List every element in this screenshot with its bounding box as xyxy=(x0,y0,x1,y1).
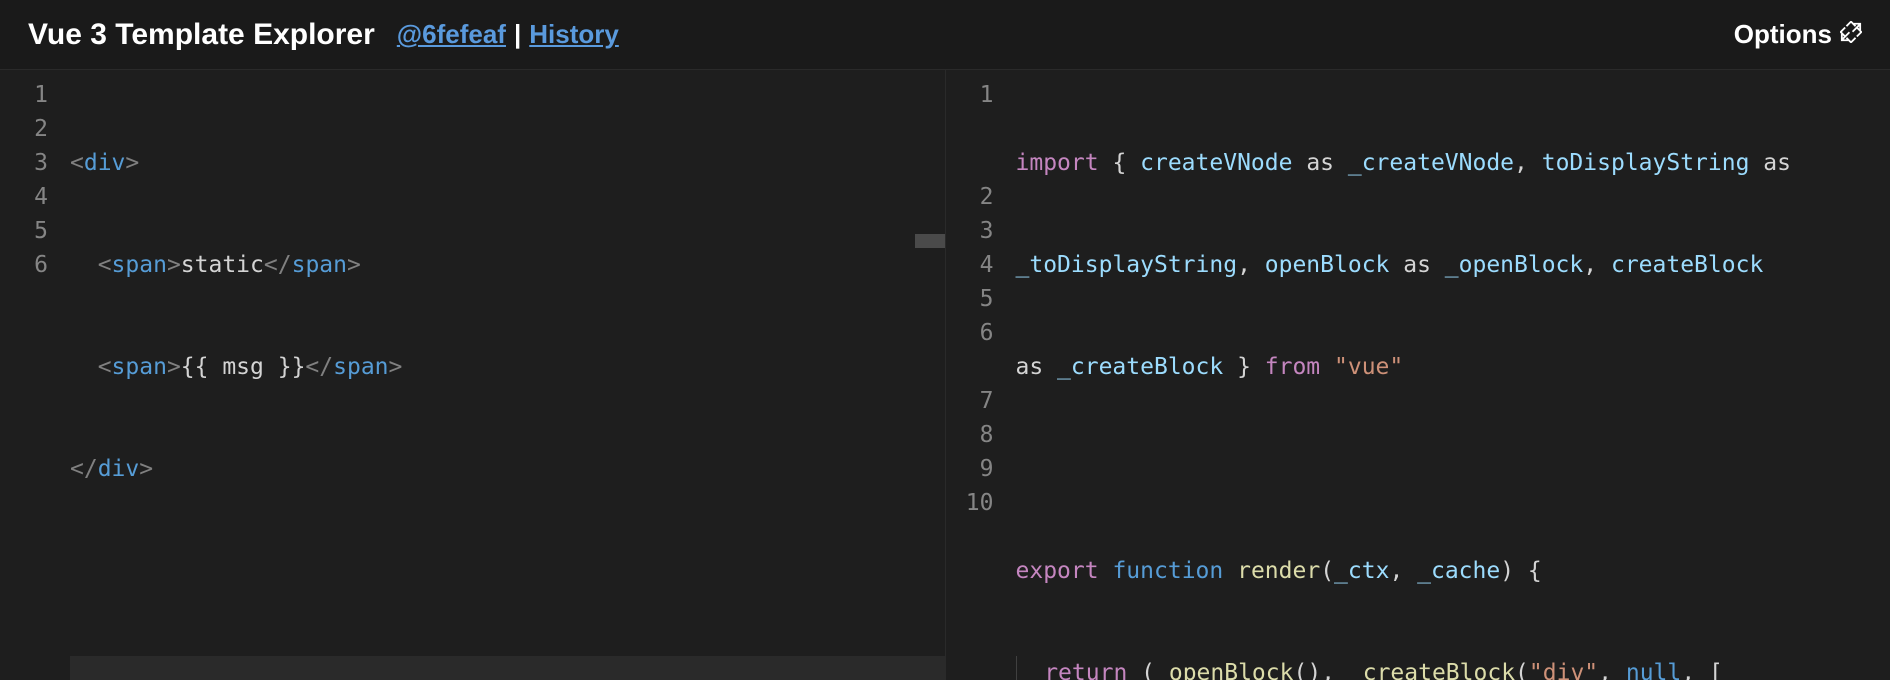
options-label: Options xyxy=(1734,19,1832,50)
options-toggle[interactable]: Options xyxy=(1734,19,1862,50)
expand-icon xyxy=(1840,21,1862,48)
template-editor[interactable]: 1 2 3 4 5 6 <div> <span>static</span> <s… xyxy=(0,70,946,680)
scrollbar-thumb[interactable] xyxy=(915,234,945,248)
commit-link[interactable]: @6fefeaf xyxy=(397,19,506,50)
line-gutter: 1 2 3 4 5 6 7 8 9 10 xyxy=(946,78,1016,680)
link-separator: | xyxy=(514,19,521,50)
output-code[interactable]: import { createVNode as _createVNode, to… xyxy=(1016,78,1890,680)
history-link[interactable]: History xyxy=(529,19,619,50)
app-title: Vue 3 Template Explorer xyxy=(28,18,375,52)
header: Vue 3 Template Explorer @6fefeaf | Histo… xyxy=(0,0,1890,70)
output-editor[interactable]: 1 2 3 4 5 6 7 8 9 10 import { createVNod… xyxy=(946,70,1890,680)
line-gutter: 1 2 3 4 5 6 xyxy=(0,78,70,680)
template-code[interactable]: <div> <span>static</span> <span>{{ msg }… xyxy=(70,78,945,680)
